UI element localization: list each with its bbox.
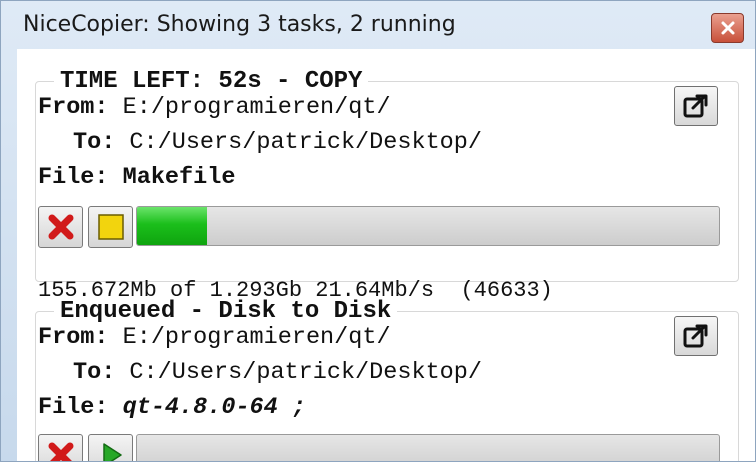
pause-task-button[interactable] bbox=[88, 206, 133, 248]
close-icon bbox=[721, 21, 734, 35]
close-button[interactable] bbox=[711, 13, 744, 43]
red-x-icon bbox=[48, 442, 73, 461]
task-header: Enqueued - Disk to Disk bbox=[54, 299, 398, 325]
from-row: From: E:/programieren/qt/ bbox=[38, 324, 391, 352]
file-row: File: qt-4.8.0-64 ; bbox=[38, 394, 306, 422]
title-bar[interactable]: NiceCopier: Showing 3 tasks, 2 running bbox=[1, 1, 755, 49]
green-play-icon bbox=[102, 443, 122, 461]
from-value: E:/programieren/qt/ bbox=[122, 94, 391, 121]
from-label: From: bbox=[38, 324, 109, 351]
task-progress-bar bbox=[136, 434, 720, 461]
to-label: To: bbox=[73, 129, 116, 156]
to-label: To: bbox=[73, 359, 116, 386]
to-row: To: C:/Users/patrick/Desktop/ bbox=[38, 359, 482, 387]
task-list: TIME LEFT: 52s - COPY From: E:/programie… bbox=[17, 49, 755, 461]
file-value: qt-4.8.0-64 ; bbox=[122, 394, 306, 421]
open-destination-button[interactable] bbox=[674, 86, 718, 126]
task-header: TIME LEFT: 52s - COPY bbox=[54, 69, 369, 95]
task-panel: TIME LEFT: 52s - COPY From: E:/programie… bbox=[35, 69, 739, 303]
from-label: From: bbox=[38, 94, 109, 121]
yellow-square-icon bbox=[97, 214, 124, 240]
progress-fill bbox=[137, 207, 207, 245]
red-x-icon bbox=[48, 214, 73, 240]
to-row: To: C:/Users/patrick/Desktop/ bbox=[38, 129, 482, 157]
open-destination-button[interactable] bbox=[674, 316, 718, 356]
from-row: From: E:/programieren/qt/ bbox=[38, 94, 391, 122]
file-label: File: bbox=[38, 394, 109, 421]
task-panel: Enqueued - Disk to Disk From: E:/program… bbox=[35, 299, 739, 461]
open-external-icon bbox=[683, 324, 708, 348]
to-value: C:/Users/patrick/Desktop/ bbox=[129, 359, 482, 386]
start-task-button[interactable] bbox=[88, 434, 133, 461]
from-value: E:/programieren/qt/ bbox=[122, 324, 391, 351]
open-external-icon bbox=[683, 94, 708, 118]
file-label: File: bbox=[38, 164, 109, 191]
cancel-task-button[interactable] bbox=[38, 434, 83, 461]
window-title: NiceCopier: Showing 3 tasks, 2 running bbox=[23, 12, 456, 37]
to-value: C:/Users/patrick/Desktop/ bbox=[129, 129, 482, 156]
file-row: File: Makefile bbox=[38, 164, 235, 192]
file-value: Makefile bbox=[122, 164, 236, 191]
cancel-task-button[interactable] bbox=[38, 206, 83, 248]
nicecopier-window: NiceCopier: Showing 3 tasks, 2 running T… bbox=[0, 0, 756, 462]
task-progress-bar bbox=[136, 206, 720, 246]
